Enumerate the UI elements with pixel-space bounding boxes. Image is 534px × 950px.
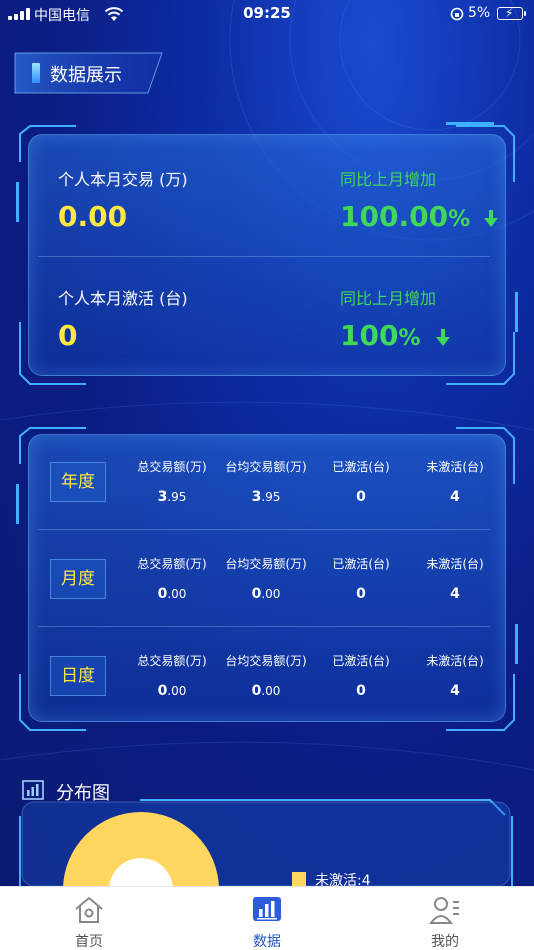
section-header: 数据展示 (14, 52, 164, 94)
column-header: 台均交易额(万) (225, 460, 307, 474)
total-amount: 0.00 (157, 586, 187, 602)
tab-profile[interactable]: 我的 (385, 887, 505, 950)
activated-count: 0 (356, 586, 366, 602)
monthly-transaction-label: 个人本月交易 (万) (58, 170, 188, 189)
tab-profile-label: 我的 (431, 934, 459, 950)
chart-icon (253, 897, 281, 921)
activation-compare-value: 100% (340, 319, 421, 352)
column-header: 已激活(台) (332, 654, 390, 668)
row-divider (38, 626, 490, 627)
monthly-activation-value: 0 (58, 319, 78, 352)
battery-icon: ⚡ (497, 6, 526, 20)
arrow-down-icon (484, 210, 498, 227)
profile-icon (429, 897, 459, 924)
orientation-lock-icon (450, 7, 464, 21)
column-header: 未激活(台) (426, 460, 484, 474)
column-header: 总交易额(万) (137, 460, 207, 474)
period-label-month: 月度 (50, 559, 106, 599)
column-header: 已激活(台) (332, 460, 390, 474)
tab-home-label: 首页 (75, 934, 103, 950)
column-header: 台均交易额(万) (225, 654, 307, 668)
section-title: 数据展示 (50, 65, 122, 86)
column-header: 台均交易额(万) (225, 557, 307, 571)
column-header: 已激活(台) (332, 557, 390, 571)
inactive-count: 4 (450, 489, 460, 505)
inactive-count: 4 (450, 683, 460, 699)
average-amount: 0.00 (251, 586, 281, 602)
tab-home[interactable]: 首页 (29, 887, 149, 950)
pie-slice-inactive (63, 812, 219, 886)
row-divider (38, 529, 490, 530)
activated-count: 0 (356, 489, 366, 505)
total-amount: 0.00 (157, 683, 187, 699)
transaction-compare-value: 100.00% (340, 200, 471, 233)
average-amount: 0.00 (251, 683, 281, 699)
activated-count: 0 (356, 683, 366, 699)
column-header: 未激活(台) (426, 654, 484, 668)
column-header: 总交易额(万) (137, 654, 207, 668)
status-bar: 中国电信 09:25 5% ⚡ (0, 0, 534, 28)
summary-panel: 个人本月交易 (万) 0.00 同比上月增加 100.00% 个人本月激活 (台… (16, 122, 518, 388)
monthly-activation-label: 个人本月激活 (台) (58, 289, 188, 308)
total-amount: 3.95 (157, 489, 187, 505)
inactive-count: 4 (450, 586, 460, 602)
period-label-day: 日度 (50, 656, 106, 696)
activation-compare-label: 同比上月增加 (340, 289, 437, 308)
distribution-pie-chart (63, 812, 219, 886)
summary-divider (38, 256, 490, 257)
section-header-bar (32, 63, 40, 83)
column-header: 未激活(台) (426, 557, 484, 571)
period-label-year: 年度 (50, 462, 106, 502)
average-amount: 3.95 (251, 489, 281, 505)
column-header: 总交易额(万) (137, 557, 207, 571)
tab-data-label: 数据 (253, 934, 281, 950)
transaction-compare-label: 同比上月增加 (340, 170, 437, 189)
battery-percent: 5% (468, 5, 491, 21)
tab-bar: 首页 数据 我的 (0, 886, 534, 950)
tab-data[interactable]: 数据 (207, 887, 327, 950)
monthly-transaction-value: 0.00 (58, 200, 128, 233)
home-icon (75, 897, 103, 923)
arrow-down-icon (436, 329, 450, 346)
legend-swatch-inactive (292, 872, 306, 886)
